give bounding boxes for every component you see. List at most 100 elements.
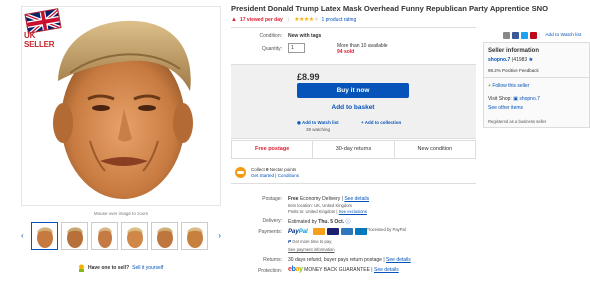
watch-list-label: Add to Watch list	[302, 120, 339, 125]
sell-tag-icon	[79, 264, 84, 272]
feature-strip: Free postage 30-day returns New conditio…	[231, 140, 476, 159]
postage-value: Free Economy Delivery | See details	[288, 196, 370, 202]
meta-divider: |	[287, 16, 290, 23]
feature-free-postage: Free postage	[232, 141, 314, 158]
sell-question: Have one to sell?	[88, 265, 130, 271]
nectar-text: Collect 9 Nectar points Get Started | Co…	[251, 167, 299, 178]
thumbnail[interactable]	[61, 222, 88, 250]
seller-name-row: shopno.7 (41983 ★	[488, 57, 533, 63]
visit-shop-label: Visit Shop:	[488, 96, 512, 102]
protection-see-details-link[interactable]: See details	[374, 267, 399, 273]
paypal-logo: PayPal	[288, 229, 308, 235]
thumbnail[interactable]	[151, 222, 178, 250]
twitter-share-icon[interactable]	[521, 32, 528, 39]
uk-seller-badge: UK SELLER	[22, 8, 66, 49]
add-to-basket-button[interactable]: Add to basket	[297, 101, 409, 114]
nectar-conditions-link[interactable]: Conditions	[278, 173, 299, 178]
product-rating-link[interactable]: 1 product rating	[321, 17, 356, 23]
main-product-image[interactable]: UK SELLER	[21, 6, 221, 206]
returns-see-details-link[interactable]: See details	[386, 257, 411, 263]
returns-label: Returns:	[263, 257, 282, 263]
seller-name-link[interactable]: shopno.7	[488, 57, 510, 63]
shop-link[interactable]: shopno.7	[519, 96, 540, 102]
condition-value: New with tags	[288, 33, 322, 39]
thumbnail[interactable]	[181, 222, 208, 250]
buy-box: £8.99 Buy it now Add to basket ◉ Add to …	[231, 64, 476, 139]
see-other-items-link[interactable]: See other items	[488, 105, 523, 111]
share-divider: |	[539, 32, 541, 39]
paypal-credit-row: P Get more time to pay.	[288, 239, 332, 244]
see-exclusions-link[interactable]: See exclusions	[339, 209, 367, 214]
nectar-get-started-link[interactable]: Get Started	[251, 173, 274, 178]
seller-feedback-score[interactable]: (41983	[512, 57, 528, 63]
delivery-prefix: Estimated by	[288, 219, 319, 225]
plus-icon: +	[361, 120, 364, 125]
ebay-y: y	[299, 266, 303, 273]
price: £8.99	[297, 72, 320, 82]
collection-label: Add to collection	[364, 120, 402, 125]
star-rating[interactable]: ★★★★★	[294, 16, 319, 23]
prev-thumb-arrow[interactable]: ‹	[21, 231, 24, 240]
sold-count[interactable]: 94 sold	[337, 49, 388, 55]
add-to-collection-button[interactable]: + Add to collection	[361, 120, 401, 125]
payments-label: Payments:	[258, 229, 282, 235]
buy-it-now-button[interactable]: Buy it now	[297, 83, 409, 98]
item-location: Item location: UK, United Kingdom	[288, 203, 353, 208]
seller-divider	[484, 77, 589, 78]
listing-meta: ▲ 17 viewed per day | ★★★★★ 1 product ra…	[231, 16, 356, 24]
protection-label: Protection:	[258, 268, 282, 274]
info-icon[interactable]: ⓘ	[346, 219, 351, 225]
availability-info: More than 10 available 94 sold	[337, 43, 388, 55]
eye-icon: ◉	[297, 120, 301, 125]
next-thumb-arrow[interactable]: ›	[218, 231, 221, 240]
returns-value: 30 days refund, buyer pays return postag…	[288, 257, 411, 263]
seller-info-heading: Seller information	[488, 48, 540, 54]
email-share-icon[interactable]	[503, 32, 510, 39]
condition-label: Condition:	[259, 33, 282, 39]
listing-title: President Donald Trump Latex Mask Overhe…	[231, 4, 549, 13]
thumbnail[interactable]	[121, 222, 148, 250]
title-divider	[231, 27, 476, 28]
sell-it-yourself-link[interactable]: Sell it yourself	[132, 265, 163, 271]
paypal-pay: Pay	[288, 229, 299, 235]
flame-icon: ▲	[231, 16, 237, 23]
nectar-logo-icon	[235, 167, 246, 178]
visit-shop-row: Visit Shop: ▣ shopno.7	[488, 96, 540, 102]
amex-icon	[341, 228, 353, 235]
follow-seller-button[interactable]: + Follow this seller	[488, 83, 529, 89]
delivery-date: Thu. 5 Oct.	[318, 219, 345, 225]
postage-see-details-link[interactable]: See details	[344, 196, 369, 202]
pinterest-share-icon[interactable]	[530, 32, 537, 39]
plus-icon: +	[488, 83, 491, 89]
nectar-collect: Collect	[251, 167, 267, 172]
protection-value: ebay MONEY BACK GUARANTEE | See details	[288, 266, 399, 273]
add-to-watch-list-button[interactable]: ◉ Add to Watch list	[297, 120, 339, 126]
thumbnail[interactable]	[91, 222, 118, 250]
positive-feedback: 98.2% Positive Feedback	[488, 68, 539, 73]
uk-flag-icon	[24, 8, 62, 34]
posts-to-row: Posts to: United Kingdom | See exclusion…	[288, 209, 367, 214]
uk-seller-text: UK SELLER	[24, 31, 55, 49]
thumbnail-list	[31, 222, 208, 250]
payment-card-icons	[313, 228, 367, 235]
feature-returns: 30-day returns	[313, 141, 395, 158]
quantity-label: Quantity:	[261, 46, 282, 52]
delivery-label: Delivery:	[262, 218, 282, 224]
payment-info-link[interactable]: See payment information	[288, 247, 335, 252]
postage-free: Free	[288, 196, 299, 202]
postage-service: Economy Delivery	[299, 196, 341, 202]
seller-info-box: Seller information shopno.7 (41983 ★ 98.…	[483, 42, 590, 128]
nectar-suffix: Nectar points	[268, 167, 297, 172]
nectar-points-row: Collect 9 Nectar points Get Started | Co…	[231, 162, 476, 184]
share-bar: | Add to Watch list	[503, 32, 581, 39]
thumbnail[interactable]	[31, 222, 58, 250]
quantity-input[interactable]: 1	[288, 43, 305, 53]
posts-to: Posts to: United Kingdom	[288, 209, 336, 214]
shop-icon: ▣	[513, 96, 518, 102]
shooting-star-icon: ★	[528, 57, 534, 63]
sell-one-prompt: Have one to sell? Sell it yourself	[78, 264, 163, 272]
facebook-share-icon[interactable]	[512, 32, 519, 39]
follow-seller-label: Follow this seller	[492, 83, 530, 89]
add-to-watch-list-link[interactable]: Add to Watch list	[545, 33, 581, 38]
zoom-hint: Mouse over image to zoom	[93, 211, 149, 216]
